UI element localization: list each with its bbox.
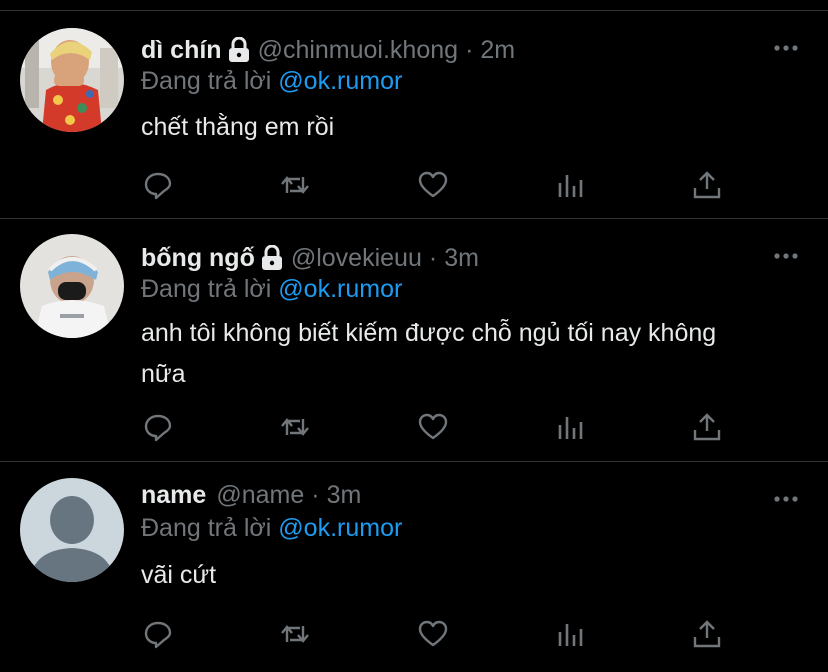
tweet-text: vãi cứt xyxy=(141,561,217,589)
analytics-icon[interactable] xyxy=(552,167,588,203)
tweet-3[interactable]: name @name · 3m Đang trả lời @ok.rumor v… xyxy=(0,462,828,672)
reply-icon[interactable] xyxy=(140,167,176,203)
more-options-icon[interactable] xyxy=(774,490,798,502)
more-options-icon[interactable] xyxy=(774,247,798,259)
like-icon[interactable] xyxy=(415,616,451,652)
avatar[interactable] xyxy=(20,478,124,582)
retweet-icon[interactable] xyxy=(277,409,313,445)
avatar[interactable] xyxy=(20,234,124,338)
mention-link[interactable]: @ok.rumor xyxy=(278,514,402,542)
retweet-icon[interactable] xyxy=(277,616,313,652)
timestamp[interactable]: 3m xyxy=(444,244,479,273)
handle[interactable]: @chinmuoi.khong xyxy=(258,36,459,65)
handle[interactable]: @lovekieuu xyxy=(291,244,422,273)
top-divider xyxy=(0,0,828,11)
action-bar xyxy=(0,167,828,207)
handle[interactable]: @name xyxy=(216,481,304,510)
replying-to: Đang trả lời @ok.rumor xyxy=(141,514,402,543)
tweet-text: chết thằng em rồi xyxy=(141,113,335,141)
share-icon[interactable] xyxy=(689,616,725,652)
separator: · xyxy=(311,480,320,509)
reply-icon[interactable] xyxy=(140,409,176,445)
separator: · xyxy=(465,35,474,64)
tweet-header: dì chín @chinmuoi.khong · 2m xyxy=(141,33,515,67)
replying-label: Đang trả lời xyxy=(141,275,272,303)
separator: · xyxy=(428,243,438,272)
tweet-1[interactable]: dì chín @chinmuoi.khong · 2m Đang trả lờ… xyxy=(0,11,828,219)
timestamp[interactable]: 2m xyxy=(480,36,515,65)
display-name[interactable]: name xyxy=(141,481,206,510)
action-bar xyxy=(0,616,828,656)
tweet-text: anh tôi không biết kiếm được chỗ ngủ tối… xyxy=(141,319,717,388)
share-icon[interactable] xyxy=(689,167,725,203)
replying-to: Đang trả lời @ok.rumor xyxy=(141,275,402,304)
like-icon[interactable] xyxy=(415,409,451,445)
mention-link[interactable]: @ok.rumor xyxy=(278,275,402,303)
tweet-2[interactable]: bống ngố @lovekieuu · 3m Đang trả lời @o… xyxy=(0,219,828,462)
replying-label: Đang trả lời xyxy=(141,67,272,95)
action-bar xyxy=(0,409,828,449)
avatar[interactable] xyxy=(20,28,124,132)
reply-icon[interactable] xyxy=(140,616,176,652)
replying-label: Đang trả lời xyxy=(141,514,272,542)
tweet-header: bống ngố @lovekieuu · 3m xyxy=(141,241,479,275)
display-name[interactable]: dì chín xyxy=(141,36,222,65)
timestamp[interactable]: 3m xyxy=(327,481,362,510)
lock-icon xyxy=(228,36,250,63)
like-icon[interactable] xyxy=(415,167,451,203)
more-options-icon[interactable] xyxy=(774,39,798,51)
retweet-icon[interactable] xyxy=(277,167,313,203)
analytics-icon[interactable] xyxy=(552,616,588,652)
lock-icon xyxy=(261,244,283,271)
tweet-header: name @name · 3m xyxy=(141,478,361,512)
replying-to: Đang trả lời @ok.rumor xyxy=(141,67,402,96)
share-icon[interactable] xyxy=(689,409,725,445)
display-name[interactable]: bống ngố xyxy=(141,244,255,273)
analytics-icon[interactable] xyxy=(552,409,588,445)
mention-link[interactable]: @ok.rumor xyxy=(278,67,402,95)
